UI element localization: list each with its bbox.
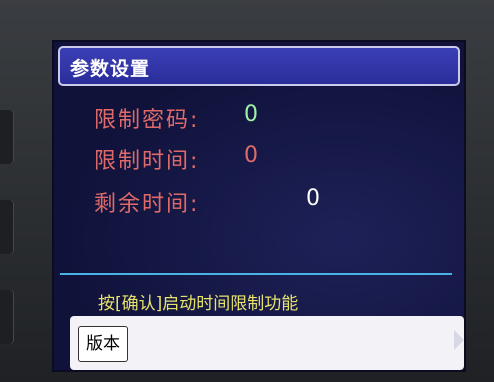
param-row-limit-time[interactable]: 限制时间: [94,143,200,174]
param-value-limit-password[interactable]: 0 [244,102,258,127]
title-bar: 参数设置 [58,46,460,86]
device-screen: 参数设置 限制密码: 0 限制时间: 0 剩余时间: 0 按[确认]启动时间限制… [52,40,466,372]
param-row-remaining-time: 剩余时间: [94,186,200,217]
page-title: 参数设置 [70,58,151,80]
device-side-button-1[interactable] [0,110,14,164]
param-label: 限制密码: [94,108,200,133]
param-label: 剩余时间: [94,192,200,217]
param-value-limit-time[interactable]: 0 [244,143,258,168]
bottom-bar: 版本 [70,316,464,370]
device-side-button-3[interactable] [0,290,14,344]
device-side-button-2[interactable] [0,200,14,254]
arrow-right-icon[interactable] [454,330,464,350]
param-value-remaining-time: 0 [306,186,320,211]
divider [60,273,452,275]
param-label: 限制时间: [94,149,200,174]
version-button[interactable]: 版本 [78,326,128,362]
param-row-limit-password[interactable]: 限制密码: [94,102,200,133]
hint-text: 按[确认]启动时间限制功能 [98,294,299,314]
device-side-buttons [0,90,18,380]
